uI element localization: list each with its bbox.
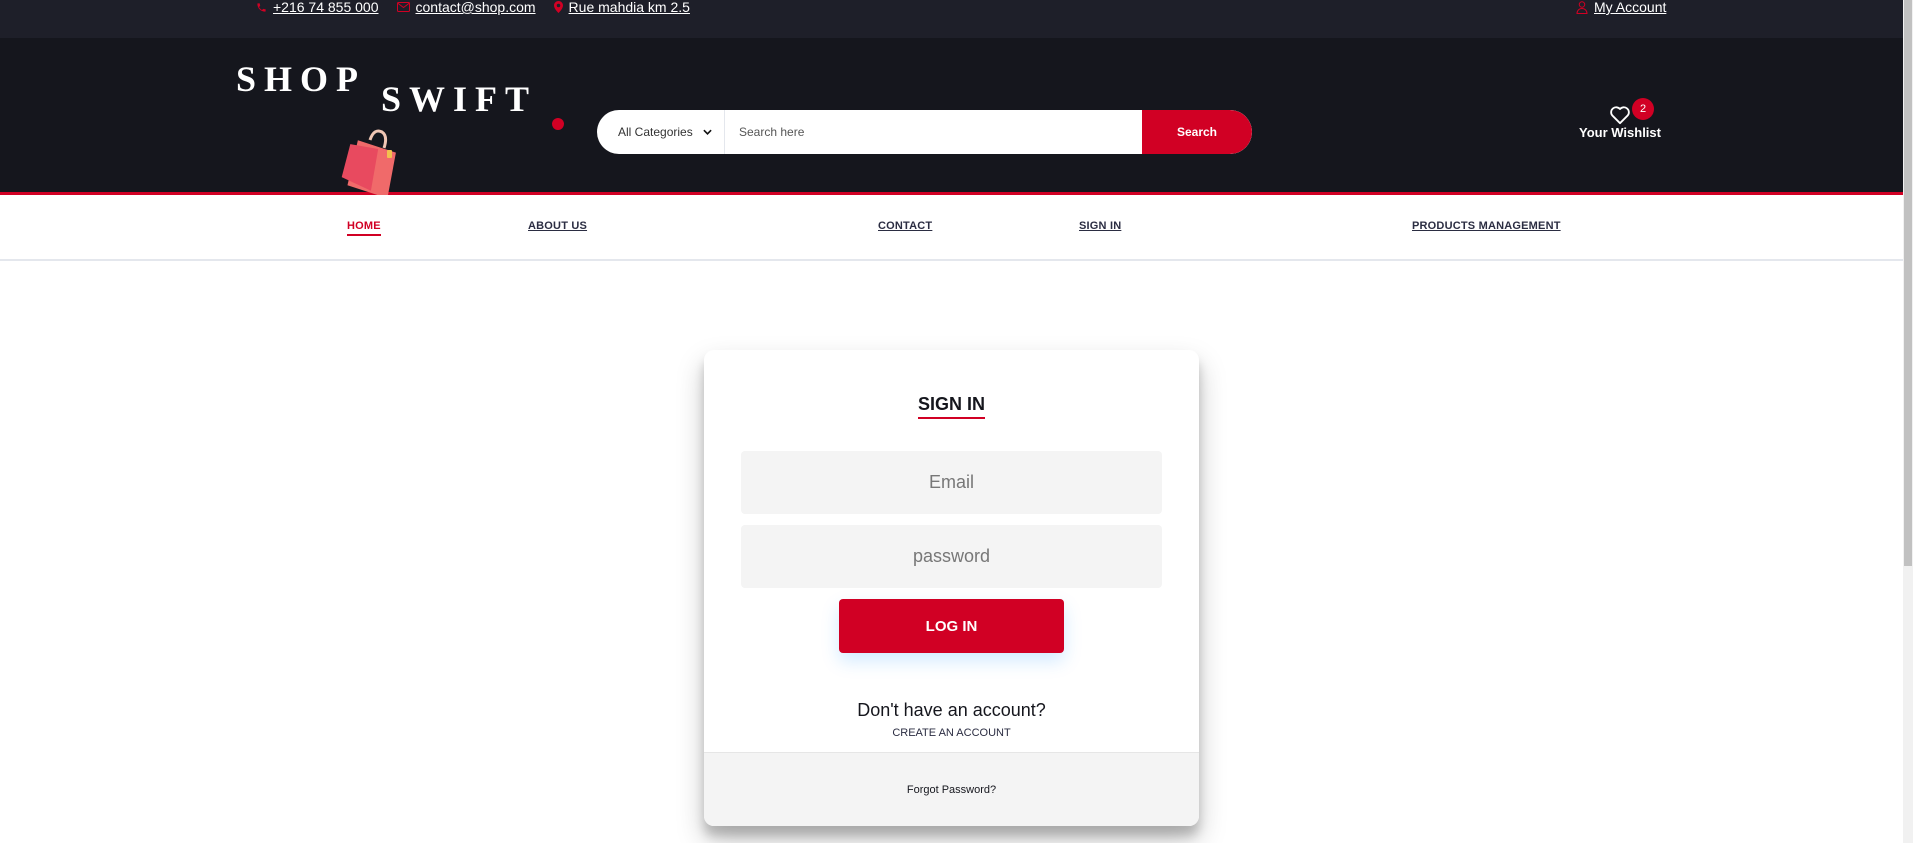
phone-link[interactable]: +216 74 855 000 <box>256 0 379 15</box>
nav-item-products-management[interactable]: PRODUCTS MANAGEMENT <box>1412 220 1561 232</box>
search-button[interactable]: Search <box>1142 110 1252 154</box>
nav-item-about-us[interactable]: ABOUT US <box>528 220 587 232</box>
my-account-text: My Account <box>1594 0 1667 15</box>
chevron-down-icon <box>703 127 712 138</box>
login-button[interactable]: LOG IN <box>839 599 1064 653</box>
wishlist-count-badge: 2 <box>1632 98 1654 120</box>
shopping-bag-icon <box>341 129 396 196</box>
search-input[interactable] <box>725 110 1142 154</box>
phone-icon <box>256 2 267 13</box>
password-field[interactable] <box>741 525 1162 588</box>
contact-links: +216 74 855 000 contact@shop.com Rue mah… <box>256 0 690 15</box>
map-marker-icon <box>553 1 563 13</box>
address-text: Rue mahdia km 2.5 <box>568 0 690 15</box>
nav-item-home[interactable]: HOME <box>347 220 381 236</box>
top-header-bar: +216 74 855 000 contact@shop.com Rue mah… <box>0 0 1903 38</box>
wishlist-label: Your Wishlist <box>1579 125 1661 140</box>
page-scrollbar[interactable] <box>1903 0 1913 843</box>
forgot-password-link[interactable]: Forgot Password? <box>907 784 996 796</box>
main-navigation: HOME ABOUT US CONTACT SIGN IN PRODUCTS M… <box>0 195 1903 261</box>
nav-item-sign-in[interactable]: SIGN IN <box>1079 220 1121 232</box>
logo-word-shop: SHOP <box>236 59 367 99</box>
no-account-text: Don't have an account? <box>857 700 1046 720</box>
my-account-link[interactable]: My Account <box>1576 0 1667 15</box>
nav-item-contact[interactable]: CONTACT <box>878 220 932 232</box>
main-header: SHOP SWIFT All Categories Search Your Wi… <box>0 38 1903 196</box>
address-link[interactable]: Rue mahdia km 2.5 <box>553 0 690 15</box>
logo-dot <box>552 118 564 130</box>
search-bar: All Categories Search <box>597 110 1252 154</box>
wishlist-link[interactable]: Your Wishlist 2 <box>1574 98 1666 140</box>
email-link[interactable]: contact@shop.com <box>396 0 536 15</box>
envelope-icon <box>396 2 410 12</box>
phone-text: +216 74 855 000 <box>273 0 379 15</box>
logo-word-swift: SWIFT <box>381 79 538 119</box>
heart-icon <box>1610 106 1630 125</box>
scrollbar-thumb[interactable] <box>1904 0 1912 566</box>
signin-title: SIGN IN <box>917 394 985 419</box>
email-text: contact@shop.com <box>415 0 536 15</box>
create-account-link[interactable]: CREATE AN ACCOUNT <box>704 727 1199 739</box>
signin-card-footer: Forgot Password? <box>704 752 1199 826</box>
category-select[interactable]: All Categories <box>597 110 725 154</box>
category-select-value: All Categories <box>618 125 693 139</box>
user-icon <box>1576 0 1588 14</box>
email-field[interactable] <box>741 451 1162 514</box>
signin-card: SIGN IN LOG IN Don't have an account? CR… <box>704 350 1199 826</box>
shopswift-logo[interactable]: SHOP SWIFT <box>236 58 566 196</box>
